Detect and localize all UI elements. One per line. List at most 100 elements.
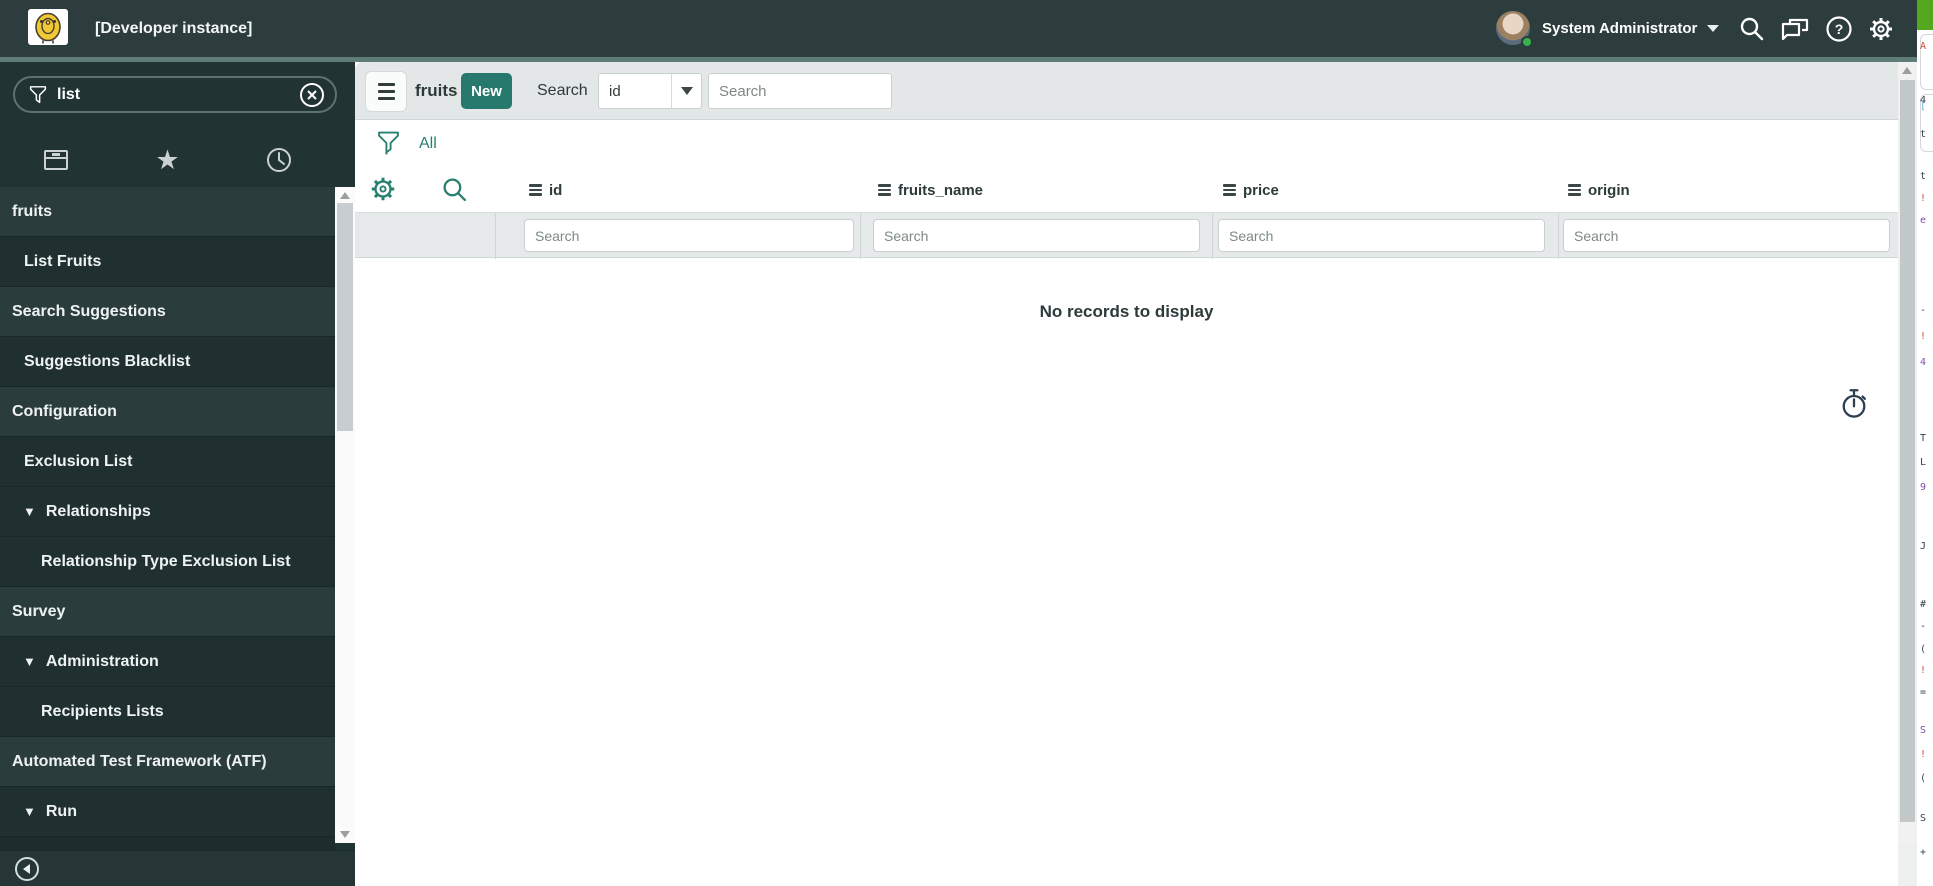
chevron-down-icon xyxy=(680,87,693,95)
column-search-toggle-icon[interactable] xyxy=(441,176,468,203)
collapse-triangle-icon[interactable]: ▼ xyxy=(23,654,36,669)
background-text-fragment: J xyxy=(1920,541,1927,552)
filter-funnel-icon[interactable] xyxy=(377,130,400,156)
background-text-fragment: 9 xyxy=(1920,482,1927,493)
background-window-green-header xyxy=(1917,0,1933,30)
background-text-fragment: ! xyxy=(1920,665,1927,676)
collapse-navigator-icon[interactable] xyxy=(14,856,40,882)
nav-item-relationship-type-exclusion-list[interactable]: Relationship Type Exclusion List xyxy=(0,537,335,587)
select-caret-box xyxy=(671,74,701,108)
nav-section-atf[interactable]: Automated Test Framework (ATF) xyxy=(0,737,335,787)
breadcrumb-all-link[interactable]: All xyxy=(419,120,437,168)
new-record-button[interactable]: New xyxy=(461,73,512,109)
column-search-fruits-name[interactable] xyxy=(873,219,1200,252)
svg-text:?: ? xyxy=(1835,21,1844,37)
background-text-fragment: - xyxy=(1920,621,1927,632)
nav-item-list-fruits[interactable]: List Fruits xyxy=(0,237,335,287)
background-text-fragment: ! xyxy=(1920,749,1927,760)
nav-item-run[interactable]: ▼ Run xyxy=(0,787,335,837)
column-menu-icon[interactable] xyxy=(1223,184,1236,196)
scroll-up-arrow[interactable] xyxy=(340,192,350,199)
nav-item-relationships[interactable]: ▼ Relationships xyxy=(0,487,335,537)
navigator-footer xyxy=(0,850,355,886)
list-search-input[interactable] xyxy=(708,73,892,109)
nav-item-exclusion-list[interactable]: Exclusion List xyxy=(0,437,335,487)
nav-section-search-suggestions[interactable]: Search Suggestions xyxy=(0,287,335,337)
background-text-fragment: L xyxy=(1920,457,1927,468)
empty-list-message: No records to display xyxy=(1039,302,1214,321)
application-navigator: ★ fruits List Fruits Search Suggestions … xyxy=(0,62,355,886)
background-text-fragment: A xyxy=(1920,41,1927,52)
help-icon[interactable]: ? xyxy=(1822,12,1856,46)
background-text-fragment: S xyxy=(1920,725,1927,736)
column-menu-icon[interactable] xyxy=(529,184,542,196)
search-field-select[interactable]: id xyxy=(598,73,702,109)
chevron-down-icon xyxy=(1707,25,1720,32)
search-field-value: id xyxy=(609,82,621,100)
scrollbar-thumb[interactable] xyxy=(337,203,353,431)
scroll-up-arrow[interactable] xyxy=(1902,67,1912,74)
favorites-star-icon[interactable]: ★ xyxy=(137,146,197,174)
collapse-triangle-icon[interactable]: ▼ xyxy=(23,804,36,819)
chick-logo-icon xyxy=(35,12,61,44)
list-toolbar: fruits New Search id xyxy=(355,62,1898,120)
table-header-row: id fruits_name price origin xyxy=(355,168,1898,212)
column-search-row xyxy=(355,212,1898,259)
nav-row-partial xyxy=(0,837,335,850)
background-text-fragment: t xyxy=(1920,171,1927,182)
column-menu-icon[interactable] xyxy=(1568,184,1581,196)
global-search-icon[interactable] xyxy=(1735,12,1769,46)
navigator-scrollbar[interactable] xyxy=(335,187,355,843)
column-search-origin[interactable] xyxy=(1563,219,1890,252)
user-menu[interactable]: System Administrator xyxy=(1542,0,1720,57)
list-settings-gear-icon[interactable] xyxy=(368,174,398,204)
banner: [Developer instance] System Administrato… xyxy=(0,0,1917,57)
column-search-id[interactable] xyxy=(524,219,854,252)
chat-icon[interactable] xyxy=(1778,12,1812,46)
funnel-icon xyxy=(29,85,47,103)
nav-section-fruits[interactable]: fruits xyxy=(0,187,335,237)
background-text-fragment: ( xyxy=(1920,644,1927,655)
nav-item-administration[interactable]: ▼ Administration xyxy=(0,637,335,687)
scrollbar-thumb[interactable] xyxy=(1900,80,1915,822)
navigator-filter-input[interactable] xyxy=(57,85,299,104)
gear-icon[interactable] xyxy=(1864,12,1898,46)
presence-dot xyxy=(1521,36,1533,48)
nav-item-recipients-lists[interactable]: Recipients Lists xyxy=(0,687,335,737)
collapse-triangle-icon[interactable]: ▼ xyxy=(23,504,36,519)
column-header-id[interactable]: id xyxy=(529,168,562,212)
background-text-fragment: ! xyxy=(1920,331,1927,342)
instance-title: [Developer instance] xyxy=(95,19,253,37)
clear-filter-icon[interactable] xyxy=(299,82,325,108)
instance-logo[interactable] xyxy=(28,9,68,45)
history-clock-icon[interactable] xyxy=(249,146,309,174)
nav-item-suggestions-blacklist[interactable]: Suggestions Blacklist xyxy=(0,337,335,387)
navigator-tabs: ★ xyxy=(0,140,335,180)
nav-section-survey[interactable]: Survey xyxy=(0,587,335,637)
list-context-menu-button[interactable] xyxy=(365,71,407,112)
background-text-fragment: = xyxy=(1920,687,1927,698)
column-header-fruits-name[interactable]: fruits_name xyxy=(878,168,983,212)
nav-section-configuration[interactable]: Configuration xyxy=(0,387,335,437)
background-text-fragment: e xyxy=(1920,215,1927,226)
hamburger-menu-icon xyxy=(377,83,395,86)
stopwatch-icon[interactable] xyxy=(1839,388,1869,420)
column-search-price[interactable] xyxy=(1218,219,1545,252)
background-window-edge: A[4 t t! e -! 4 T L 9 J # -(! = S!(S + xyxy=(1917,0,1933,886)
column-header-price[interactable]: price xyxy=(1223,168,1279,212)
user-name-label: System Administrator xyxy=(1542,20,1698,37)
user-avatar[interactable] xyxy=(1496,11,1533,48)
background-text-fragment: ! xyxy=(1920,193,1927,204)
column-menu-icon[interactable] xyxy=(878,184,891,196)
column-header-origin[interactable]: origin xyxy=(1568,168,1630,212)
background-text-fragment: 4 xyxy=(1920,95,1927,106)
filter-breadcrumb-row: All xyxy=(355,120,1898,168)
all-applications-icon[interactable] xyxy=(26,147,86,173)
list-panel: fruits New Search id All xyxy=(355,62,1898,886)
scrollbar-corner xyxy=(1898,843,1917,886)
page-scrollbar[interactable] xyxy=(1898,62,1917,843)
background-text-fragment: T xyxy=(1920,433,1927,444)
search-label: Search xyxy=(537,82,588,99)
scroll-down-arrow[interactable] xyxy=(340,831,350,838)
navigator-filter[interactable] xyxy=(13,76,337,113)
